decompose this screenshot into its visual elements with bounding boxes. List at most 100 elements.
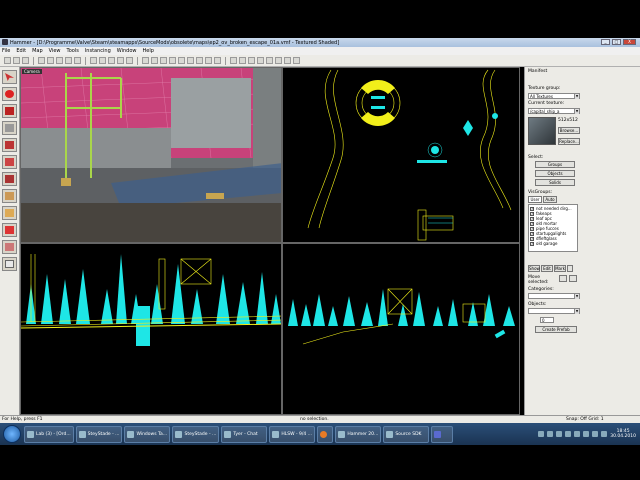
chevron-down-icon: ▼ xyxy=(574,294,579,299)
select-groups-button[interactable]: Groups xyxy=(535,161,575,168)
network-icon[interactable] xyxy=(592,431,599,437)
menu-map[interactable]: Map xyxy=(32,48,43,54)
camera-tool[interactable] xyxy=(2,104,17,118)
entity-report-icon[interactable] xyxy=(239,57,246,64)
taskbar-item[interactable]: Windows Ta... xyxy=(124,425,171,443)
copy-icon[interactable] xyxy=(47,57,54,64)
visgroup-show-button[interactable]: Show xyxy=(528,265,540,272)
texture-tool[interactable] xyxy=(2,155,17,169)
move-selected-alt-button[interactable] xyxy=(569,275,577,282)
apply-texture-tool[interactable] xyxy=(2,172,17,186)
menu-file[interactable]: File xyxy=(2,48,10,54)
cut-icon[interactable] xyxy=(38,57,45,64)
maximize-button[interactable]: □ xyxy=(612,39,621,45)
taskbar-item[interactable] xyxy=(317,425,334,443)
taskbar-item[interactable]: HLSW - 9/4 ... xyxy=(269,425,316,443)
taskbar-item[interactable]: SteyStade - ... xyxy=(172,425,220,443)
objects-count-field[interactable]: 0 xyxy=(540,317,554,323)
taskbar-item[interactable]: SteyStade - ... xyxy=(75,425,123,443)
overlay-tool[interactable] xyxy=(2,206,17,220)
visgroups-list[interactable]: not needed dirg... fakeaps leaf apc old … xyxy=(528,204,578,252)
toggle-helpers-icon[interactable] xyxy=(284,57,291,64)
tab-user[interactable]: User xyxy=(528,196,542,203)
menu-tools[interactable]: Tools xyxy=(67,48,79,54)
texture-lock-icon[interactable] xyxy=(266,57,273,64)
tray-icon[interactable] xyxy=(538,431,545,437)
replace-button[interactable]: Replace... xyxy=(558,138,580,145)
path-tool[interactable] xyxy=(2,257,17,271)
visgroup-mark-button[interactable]: Mark xyxy=(554,265,566,272)
wireframe-icon[interactable] xyxy=(142,57,149,64)
close-button[interactable]: X xyxy=(623,39,636,45)
selection-tool[interactable] xyxy=(2,70,17,84)
objects-select[interactable]: ▼ xyxy=(528,308,580,314)
taskbar-item[interactable] xyxy=(431,425,454,443)
grid-larger-icon[interactable] xyxy=(108,57,115,64)
menu-view[interactable]: View xyxy=(49,48,61,54)
taskbar-item[interactable]: Lab (3) - [Ord... xyxy=(24,425,74,443)
taskbar-clock[interactable]: 18:45 30.04.2010 xyxy=(610,429,636,439)
decal-tool[interactable] xyxy=(2,189,17,203)
redo-icon[interactable] xyxy=(74,57,81,64)
group-icon[interactable] xyxy=(187,57,194,64)
volume-icon[interactable] xyxy=(601,431,608,437)
tray-icon[interactable] xyxy=(574,431,581,437)
shaded-icon[interactable] xyxy=(151,57,158,64)
visgroup-item[interactable]: old garage xyxy=(530,241,576,246)
instance-icon[interactable] xyxy=(257,57,264,64)
top-viewport[interactable] xyxy=(282,67,520,243)
move-selected-button[interactable] xyxy=(559,275,567,282)
block-tool[interactable] xyxy=(2,138,17,152)
3d-grid-icon[interactable] xyxy=(117,57,124,64)
menu-help[interactable]: Help xyxy=(142,48,153,54)
side-viewport[interactable] xyxy=(282,243,520,415)
save-icon[interactable] xyxy=(22,57,29,64)
front-viewport[interactable] xyxy=(20,243,282,415)
ungroup-icon[interactable] xyxy=(196,57,203,64)
status-bar: For Help, press F1 no selection. Snap: O… xyxy=(0,415,640,423)
undo-icon[interactable] xyxy=(65,57,72,64)
toggle-models-icon[interactable] xyxy=(275,57,282,64)
menu-window[interactable]: Window xyxy=(117,48,137,54)
carve-icon[interactable] xyxy=(178,57,185,64)
current-texture-select[interactable]: /capital_ship_a ▼ xyxy=(528,108,580,114)
start-button[interactable] xyxy=(3,425,21,443)
grid-smaller-icon[interactable] xyxy=(99,57,106,64)
run-map-icon[interactable] xyxy=(230,57,237,64)
select-objects-button[interactable]: Objects xyxy=(535,170,575,177)
menu-edit[interactable]: Edit xyxy=(16,48,26,54)
create-prefab-button[interactable]: Create Prefab xyxy=(535,326,577,333)
minimize-button[interactable]: _ xyxy=(601,39,610,45)
snap-icon[interactable] xyxy=(126,57,133,64)
visgroup-extra-button[interactable] xyxy=(567,265,573,272)
open-file-icon[interactable] xyxy=(13,57,20,64)
vertex-tool[interactable] xyxy=(2,240,17,254)
hide-icon[interactable] xyxy=(205,57,212,64)
visgroup-edit-button[interactable]: Edit xyxy=(541,265,553,272)
tray-icon[interactable] xyxy=(565,431,572,437)
unhide-icon[interactable] xyxy=(214,57,221,64)
select-solids-button[interactable]: Solids xyxy=(535,179,575,186)
toggle-sprites-icon[interactable] xyxy=(293,57,300,64)
check-problems-icon[interactable] xyxy=(248,57,255,64)
magnify-tool[interactable] xyxy=(2,87,17,101)
tray-icon[interactable] xyxy=(583,431,590,437)
menu-instancing[interactable]: Instancing xyxy=(85,48,111,54)
browse-button[interactable]: Browse... xyxy=(558,127,580,134)
tray-icon[interactable] xyxy=(556,431,563,437)
entity-tool[interactable] xyxy=(2,121,17,135)
clipping-tool[interactable] xyxy=(2,223,17,237)
texture-group-select[interactable]: All Textures ▼ xyxy=(528,93,580,99)
taskbar-item[interactable]: Source SDK xyxy=(383,425,430,443)
tray-icon[interactable] xyxy=(547,431,554,437)
lightmap-icon[interactable] xyxy=(169,57,176,64)
grid-icon[interactable] xyxy=(90,57,97,64)
textured-icon[interactable] xyxy=(160,57,167,64)
paste-icon[interactable] xyxy=(56,57,63,64)
taskbar-item[interactable]: Tyer - Chat xyxy=(221,425,268,443)
categories-select[interactable]: ▼ xyxy=(528,293,580,299)
tab-auto[interactable]: Auto xyxy=(543,196,557,203)
taskbar-item[interactable]: Hammer 20... xyxy=(335,425,382,443)
new-file-icon[interactable] xyxy=(4,57,11,64)
camera-viewport[interactable]: Camera xyxy=(20,67,282,243)
